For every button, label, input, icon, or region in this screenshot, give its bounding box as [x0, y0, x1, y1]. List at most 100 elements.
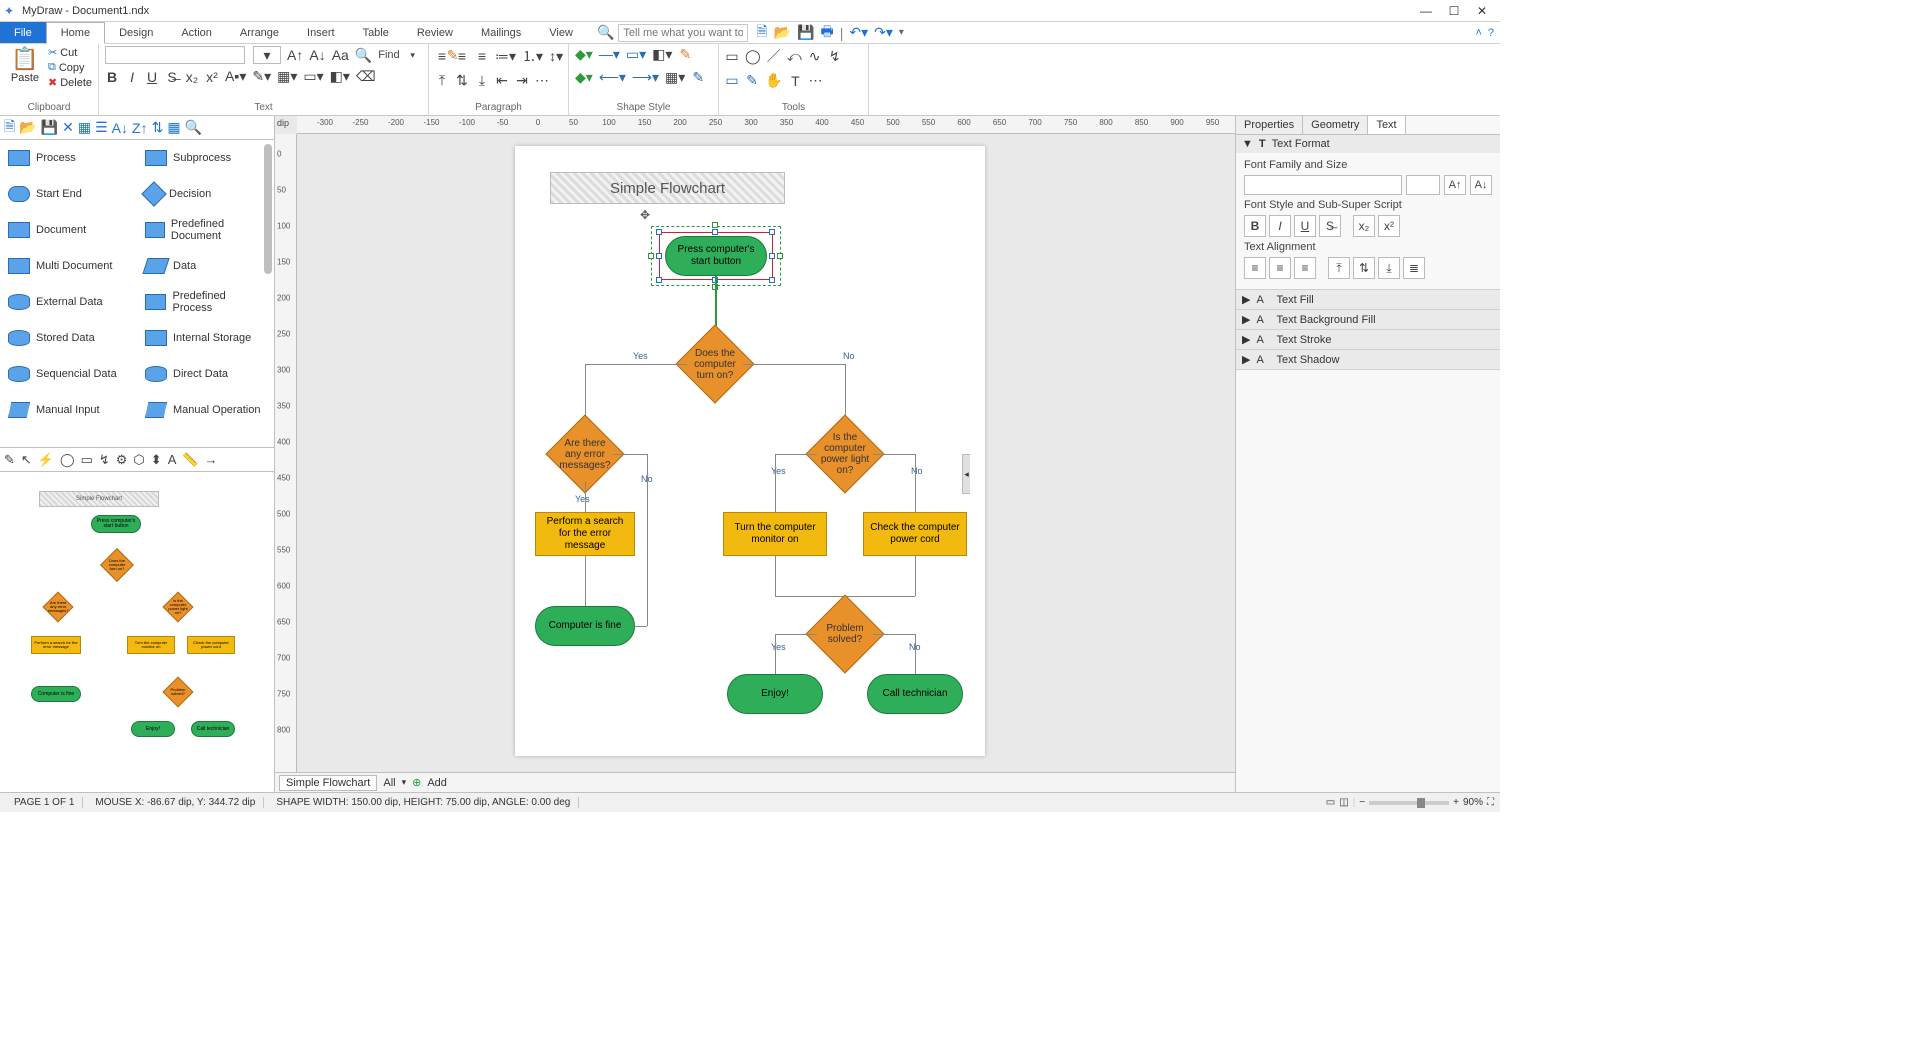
shape-external-data[interactable]: External Data	[0, 284, 137, 320]
paste-button[interactable]: 📋 Paste	[6, 46, 44, 84]
highlight-icon[interactable]: ✎▾	[252, 68, 271, 85]
help-icon[interactable]: ?	[1488, 27, 1494, 39]
shape-document[interactable]: Document	[0, 212, 137, 248]
redo-icon[interactable]: ↷▾	[874, 24, 893, 41]
valign-top-icon[interactable]: ⤒	[435, 72, 449, 89]
lib-save-icon[interactable]: 💾	[41, 119, 58, 136]
valign-justify-icon[interactable]: ≣	[1403, 257, 1425, 279]
tool-curve-icon[interactable]: ∿	[808, 48, 822, 65]
underline2-icon[interactable]: U	[1294, 215, 1316, 237]
marquee-icon[interactable]: ▭	[81, 452, 93, 468]
superscript-icon[interactable]: x²	[205, 69, 219, 85]
shape-data[interactable]: Data	[137, 248, 274, 284]
shape-manual-operation[interactable]: Manual Operation	[137, 392, 274, 428]
underline-icon[interactable]: U	[145, 69, 159, 85]
shape-manual-input[interactable]: Manual Input	[0, 392, 137, 428]
strike-icon[interactable]: S̶	[165, 69, 179, 85]
apply-style-icon[interactable]: ✎	[691, 69, 705, 86]
tab-view[interactable]: View	[535, 22, 587, 43]
font-size-input[interactable]	[1406, 175, 1440, 195]
terminal-1[interactable]: Computer is fine	[535, 606, 635, 646]
shadow-icon[interactable]: ◧▾	[652, 46, 672, 63]
arrow-start-icon[interactable]: ⟵▾	[599, 69, 626, 86]
indent-dec-icon[interactable]: ⇤	[495, 72, 509, 89]
maximize-button[interactable]: ☐	[1440, 4, 1468, 18]
italic-icon[interactable]: I	[125, 69, 139, 85]
fill-icon[interactable]: ◆▾	[575, 46, 593, 63]
lib-open-icon[interactable]: 📂	[19, 119, 36, 136]
canvas[interactable]: dip -300-250-200-150-100-500501001502002…	[275, 116, 1235, 792]
font-color-icon[interactable]: A▪▾	[225, 68, 246, 85]
expand-icon[interactable]: ▶	[1242, 293, 1250, 306]
expand-icon[interactable]: ▶	[1242, 313, 1250, 326]
tab-action[interactable]: Action	[167, 22, 226, 43]
ruler2-icon[interactable]: 📏	[182, 452, 198, 468]
tab-arrange[interactable]: Arrange	[226, 22, 293, 43]
align-icon[interactable]: ⬍	[151, 452, 162, 468]
lib-sort2-icon[interactable]: Z↑	[132, 120, 148, 136]
tool-more-icon[interactable]: ⋯	[808, 72, 822, 89]
tool-line-icon[interactable]: ／	[767, 46, 781, 66]
tab-insert[interactable]: Insert	[293, 22, 349, 43]
decision-3[interactable]: Is the computer power light on?	[817, 426, 873, 482]
find-button[interactable]: Find	[378, 49, 399, 61]
shape-sequencial-data[interactable]: Sequencial Data	[0, 356, 137, 392]
tool-pointer-icon[interactable]: ▭	[725, 72, 739, 89]
tab-text[interactable]: Text	[1368, 116, 1405, 134]
align-left-icon[interactable]: ≡	[435, 48, 449, 64]
halign-center-icon[interactable]: ≡	[1269, 257, 1291, 279]
font-size-combo[interactable]: ▾	[253, 46, 281, 64]
zoom-fit-icon[interactable]: ⛶	[1487, 797, 1494, 808]
drawing-page[interactable]: Simple Flowchart Press computer's start …	[515, 146, 985, 756]
minimize-button[interactable]: ―	[1412, 4, 1440, 18]
superscript2-icon[interactable]: x²	[1378, 215, 1400, 237]
pointer-icon[interactable]: ↖	[21, 452, 32, 468]
halign-right-icon[interactable]: ≡	[1294, 257, 1316, 279]
tab-design[interactable]: Design	[105, 22, 167, 43]
arrow-end-icon[interactable]: ⟶▾	[632, 69, 659, 86]
para-more-icon[interactable]: ⋯	[535, 72, 549, 89]
view-mode2-icon[interactable]: ◫	[1339, 797, 1348, 808]
indent-inc-icon[interactable]: ⇥	[515, 72, 529, 89]
change-case-icon[interactable]: Aa	[332, 47, 349, 63]
lib-filter-icon[interactable]: ⇅	[152, 119, 164, 136]
halign-left-icon[interactable]: ≡	[1244, 257, 1266, 279]
shrink-font2-icon[interactable]: A↓	[1470, 175, 1492, 195]
lib-grid-icon[interactable]: ▦	[167, 119, 180, 136]
lasso-icon[interactable]: ◯	[60, 452, 75, 468]
palette-scrollbar[interactable]	[264, 144, 272, 274]
shape-direct-data[interactable]: Direct Data	[137, 356, 274, 392]
corner-icon[interactable]: ◆▾	[575, 69, 593, 86]
undo-icon[interactable]: ↶▾	[849, 24, 868, 41]
bold2-icon[interactable]: B	[1244, 215, 1266, 237]
open-icon[interactable]: 📂	[774, 24, 791, 41]
shape-subprocess[interactable]: Subprocess	[137, 140, 274, 176]
bullets-icon[interactable]: ≔▾	[495, 48, 516, 65]
lib-view1-icon[interactable]: ▦	[78, 119, 91, 136]
tool-pan-icon[interactable]: ✋	[765, 72, 782, 89]
clear-format-icon[interactable]: ⌫	[356, 68, 376, 85]
close-button[interactable]: ✕	[1468, 4, 1496, 18]
text2-icon[interactable]: A	[168, 452, 177, 467]
tab-file[interactable]: File	[0, 22, 46, 43]
process-3[interactable]: Check the computer power cord	[863, 512, 967, 556]
connector-icon[interactable]: ↯	[99, 452, 110, 468]
flowchart-title[interactable]: Simple Flowchart	[550, 172, 785, 204]
shape-predefined-process[interactable]: Predefined Process	[137, 284, 274, 320]
lib-search-icon[interactable]: 🔍	[185, 119, 202, 136]
lib-sort-icon[interactable]: A↓	[112, 120, 128, 136]
tab-home[interactable]: Home	[46, 22, 105, 44]
shape-predefined-document[interactable]: Predefined Document	[137, 212, 274, 248]
tab-mailings[interactable]: Mailings	[467, 22, 535, 43]
terminal-3[interactable]: Call technician	[867, 674, 963, 714]
tool-ellipse-icon[interactable]: ◯	[745, 48, 761, 65]
section-text-fill[interactable]: ▶AText Fill	[1236, 290, 1500, 310]
align-right-icon[interactable]: ≡	[475, 48, 489, 64]
decision-1[interactable]: Does the computer turn on?	[687, 336, 743, 392]
shape-process[interactable]: Process	[0, 140, 137, 176]
decision-2[interactable]: Are there any error messages?	[557, 426, 613, 482]
linespacing-icon[interactable]: ↕▾	[549, 48, 563, 65]
valign-bot-icon[interactable]: ⤓	[475, 72, 489, 89]
line-icon[interactable]: ―▾	[599, 46, 620, 63]
section-text-stroke[interactable]: ▶AText Stroke	[1236, 330, 1500, 350]
